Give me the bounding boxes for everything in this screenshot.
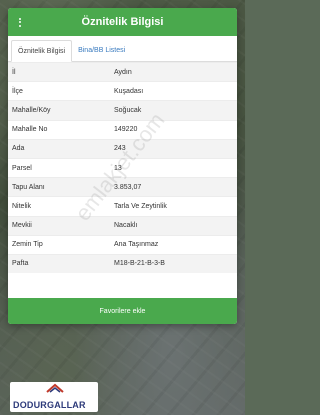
attribute-info-dialog: Öznitelik Bilgisi Öznitelik Bilgisi Bina… [8,8,237,324]
table-row: Ada 243 [8,138,237,158]
row-key: Tapu Alanı [12,183,45,191]
row-key: Zemin Tip [12,241,43,249]
row-key: Ada [12,145,25,153]
agency-logo: DODURGALLAR [10,382,98,412]
row-value: Soğucak [114,106,142,114]
dialog-header: Öznitelik Bilgisi [8,8,237,36]
row-key: İlçe [12,87,23,95]
table-row: İlçe Kuşadası [8,81,237,100]
row-value: M18-B-21-B-3-B [114,260,165,268]
tab-bar: Öznitelik Bilgisi Bina/BB Listesi [8,36,237,62]
row-key: Nitelik [12,202,32,210]
table-row: Zemin Tip Ana Taşınmaz [8,234,237,254]
row-key: Mahalle No [12,126,48,134]
row-value: Tarla Ve Zeytinlik [114,202,167,210]
table-row: Nitelik Tarla Ve Zeytinlik [8,196,237,215]
tab-building-list[interactable]: Bina/BB Listesi [72,39,131,61]
tab-attribute-info[interactable]: Öznitelik Bilgisi [11,40,73,62]
table-row: Pafta M18-B-21-B-3-B [8,253,237,274]
attribute-table: İl Aydın İlçe Kuşadası Mahalle/Köy Soğucak … [8,62,237,274]
dialog-title: Öznitelik Bilgisi [81,16,164,28]
row-key: Mahalle/Köy [12,106,51,114]
row-value: 243 [114,145,126,153]
row-value: Nacaklı [114,222,138,230]
row-value: Aydın [114,68,132,76]
table-row: İl Aydın [8,62,237,82]
table-row: Parsel 13 [8,157,237,177]
table-row: Mahalle No 149220 [8,119,237,139]
table-row: Mevkii Nacaklı [8,215,237,235]
table-row: Tapu Alanı 3.853,07 [8,177,237,197]
row-value: 13 [114,164,122,172]
row-key: İl [12,68,16,76]
row-key: Mevkii [12,222,32,230]
row-value: Ana Taşınmaz [114,241,159,249]
add-to-favorites-button[interactable]: Favorilere ekle [8,298,237,324]
row-value: 3.853,07 [114,183,142,191]
house-roof-icon [46,383,64,393]
more-vertical-icon [19,17,21,27]
row-value: Kuşadası [114,87,144,95]
logo-text: DODURGALLAR [13,400,86,410]
row-value: 149220 [114,126,138,134]
row-key: Pafta [12,260,29,268]
menu-button[interactable] [11,13,29,31]
table-row: Mahalle/Köy Soğucak [8,100,237,120]
row-key: Parsel [12,164,32,172]
